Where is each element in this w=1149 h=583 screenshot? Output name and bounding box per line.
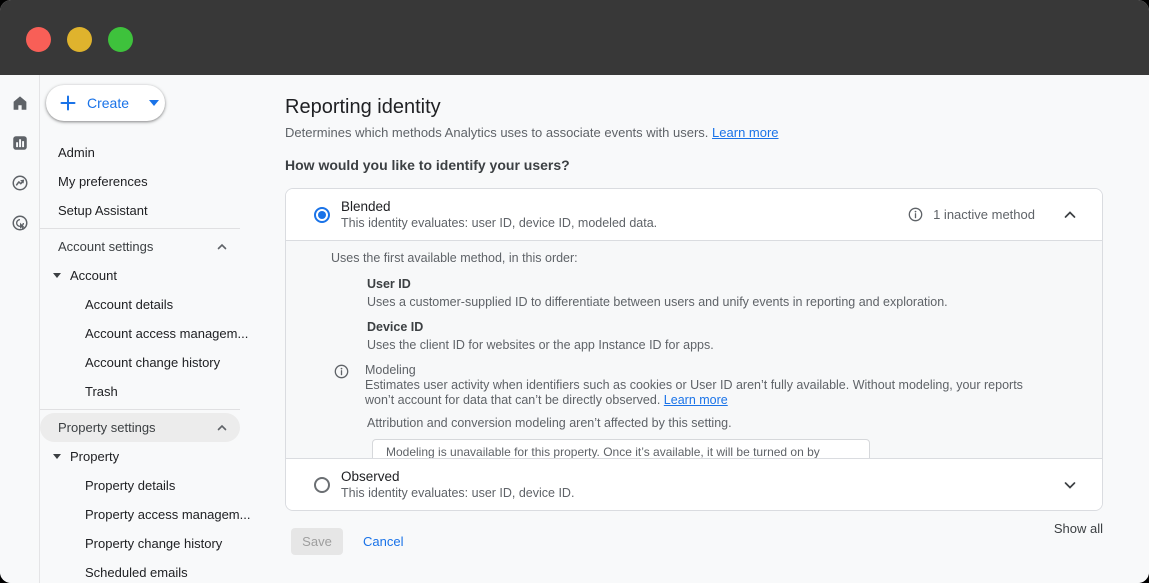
- sidebar-item-property-access-management[interactable]: Property access managem...: [40, 500, 285, 529]
- screenshot-stage: Create Admin My preferences Setup Assist…: [0, 0, 1149, 583]
- sidebar-item-my-preferences[interactable]: My preferences: [40, 167, 285, 196]
- chevron-down-icon: [149, 100, 159, 106]
- observed-radio[interactable]: [314, 477, 330, 493]
- close-window-button[interactable]: [26, 27, 51, 52]
- traffic-lights: [26, 27, 133, 52]
- zoom-window-button[interactable]: [108, 27, 133, 52]
- minimize-window-button[interactable]: [67, 27, 92, 52]
- inactive-method-label: 1 inactive method: [933, 207, 1035, 222]
- sidebar-item-property[interactable]: Property: [40, 442, 285, 471]
- observed-title: Observed: [341, 469, 574, 484]
- blended-title: Blended: [341, 199, 657, 214]
- blended-intro: Uses the first available method, in this…: [331, 251, 1078, 266]
- sidebar-nav: Admin My preferences Setup Assistant Acc…: [40, 138, 285, 583]
- method-device-id: Device ID Uses the client ID for website…: [367, 320, 1057, 353]
- section-header-label: Property settings: [58, 420, 156, 435]
- sidebar-item-label: Trash: [85, 384, 118, 399]
- learn-more-link[interactable]: Learn more: [712, 125, 778, 140]
- window-titlebar: [0, 0, 1149, 75]
- blended-option-header[interactable]: Blended This identity evaluates: user ID…: [286, 189, 1102, 240]
- info-icon[interactable]: [334, 364, 349, 379]
- save-button[interactable]: Save: [291, 528, 343, 555]
- method-name: Device ID: [367, 320, 1057, 335]
- create-button-label: Create: [87, 95, 129, 111]
- section-header-label: Account settings: [58, 239, 153, 254]
- reports-icon[interactable]: [11, 134, 29, 152]
- method-description: Estimates user activity when identifiers…: [365, 378, 1045, 408]
- sidebar-item-admin[interactable]: Admin: [40, 138, 285, 167]
- expander-triangle-icon: [53, 273, 61, 278]
- sidebar-item-label: Property access managem...: [85, 507, 250, 522]
- sidebar-divider: [40, 228, 240, 229]
- method-modeling: Modeling Estimates user activity when id…: [334, 363, 1078, 408]
- plus-icon: [60, 95, 76, 111]
- expander-triangle-icon: [53, 454, 61, 459]
- sidebar-item-trash[interactable]: Trash: [40, 377, 285, 406]
- sidebar-item-property-change-history[interactable]: Property change history: [40, 529, 285, 558]
- method-description: Uses the client ID for websites or the a…: [367, 338, 1057, 353]
- sidebar-item-label: Setup Assistant: [58, 203, 148, 218]
- app-window: Create Admin My preferences Setup Assist…: [0, 0, 1149, 583]
- learn-more-link[interactable]: Learn more: [664, 393, 728, 407]
- sidebar-item-label: Account: [70, 268, 117, 283]
- sidebar-item-label: Scheduled emails: [85, 565, 188, 580]
- observed-description: This identity evaluates: user ID, device…: [341, 486, 574, 500]
- sidebar-item-label: Account details: [85, 297, 173, 312]
- section-header-account-settings[interactable]: Account settings: [40, 232, 240, 261]
- advertising-icon[interactable]: [11, 214, 29, 232]
- explore-icon[interactable]: [11, 174, 29, 192]
- show-all-link[interactable]: Show all: [1054, 521, 1103, 536]
- main-content: Reporting identity Determines which meth…: [285, 75, 1149, 583]
- app-body: Create Admin My preferences Setup Assist…: [0, 75, 1149, 583]
- home-icon[interactable]: [11, 94, 29, 112]
- info-icon[interactable]: [908, 207, 923, 222]
- sidebar-item-account-details[interactable]: Account details: [40, 290, 285, 319]
- method-user-id: User ID Uses a customer-supplied ID to d…: [367, 277, 1057, 310]
- sidebar-item-property-details[interactable]: Property details: [40, 471, 285, 500]
- attribution-note: Attribution and conversion modeling aren…: [367, 416, 1078, 431]
- modeling-text: Modeling Estimates user activity when id…: [365, 363, 1045, 408]
- identity-options-card: Blended This identity evaluates: user ID…: [285, 188, 1103, 511]
- blended-option-text: Blended This identity evaluates: user ID…: [341, 199, 657, 230]
- sidebar-item-label: Admin: [58, 145, 95, 160]
- blended-header-right: 1 inactive method: [908, 207, 1078, 223]
- sidebar-item-account-access-management[interactable]: Account access managem...: [40, 319, 285, 348]
- method-name: Modeling: [365, 363, 1045, 378]
- observed-header-right: [1035, 477, 1078, 493]
- admin-sidebar: Create Admin My preferences Setup Assist…: [40, 75, 285, 583]
- expand-chevron-down-icon[interactable]: [1062, 477, 1078, 493]
- blended-expanded-body: Uses the first available method, in this…: [286, 240, 1102, 459]
- sidebar-item-scheduled-emails[interactable]: Scheduled emails: [40, 558, 285, 583]
- method-name: User ID: [367, 277, 1057, 292]
- page-subtitle: Determines which methods Analytics uses …: [285, 125, 779, 140]
- observed-option-header[interactable]: Observed This identity evaluates: user I…: [286, 459, 1102, 510]
- sidebar-item-account[interactable]: Account: [40, 261, 285, 290]
- collapse-chevron-up-icon[interactable]: [1062, 207, 1078, 223]
- sidebar-item-label: Property change history: [85, 536, 222, 551]
- sidebar-item-label: Account change history: [85, 355, 220, 370]
- chevron-up-icon: [216, 241, 228, 253]
- sidebar-item-label: Account access managem...: [85, 326, 248, 341]
- sidebar-item-label: My preferences: [58, 174, 148, 189]
- modeling-unavailable-notice: Modeling is unavailable for this propert…: [372, 439, 870, 459]
- section-header-property-settings[interactable]: Property settings: [40, 413, 240, 442]
- identity-question: How would you like to identify your user…: [285, 157, 570, 173]
- chevron-up-icon: [216, 422, 228, 434]
- sidebar-item-setup-assistant[interactable]: Setup Assistant: [40, 196, 285, 225]
- create-button[interactable]: Create: [46, 85, 165, 121]
- page-title: Reporting identity: [285, 96, 441, 119]
- page-subtitle-text: Determines which methods Analytics uses …: [285, 125, 708, 140]
- sidebar-item-label: Property: [70, 449, 119, 464]
- nav-rail: [0, 75, 40, 583]
- blended-description: This identity evaluates: user ID, device…: [341, 216, 657, 230]
- sidebar-item-account-change-history[interactable]: Account change history: [40, 348, 285, 377]
- cancel-button[interactable]: Cancel: [363, 534, 403, 549]
- sidebar-item-label: Property details: [85, 478, 175, 493]
- sidebar-divider: [40, 409, 240, 410]
- method-description: Uses a customer-supplied ID to different…: [367, 295, 1057, 310]
- blended-radio[interactable]: [314, 207, 330, 223]
- observed-option-text: Observed This identity evaluates: user I…: [341, 469, 574, 500]
